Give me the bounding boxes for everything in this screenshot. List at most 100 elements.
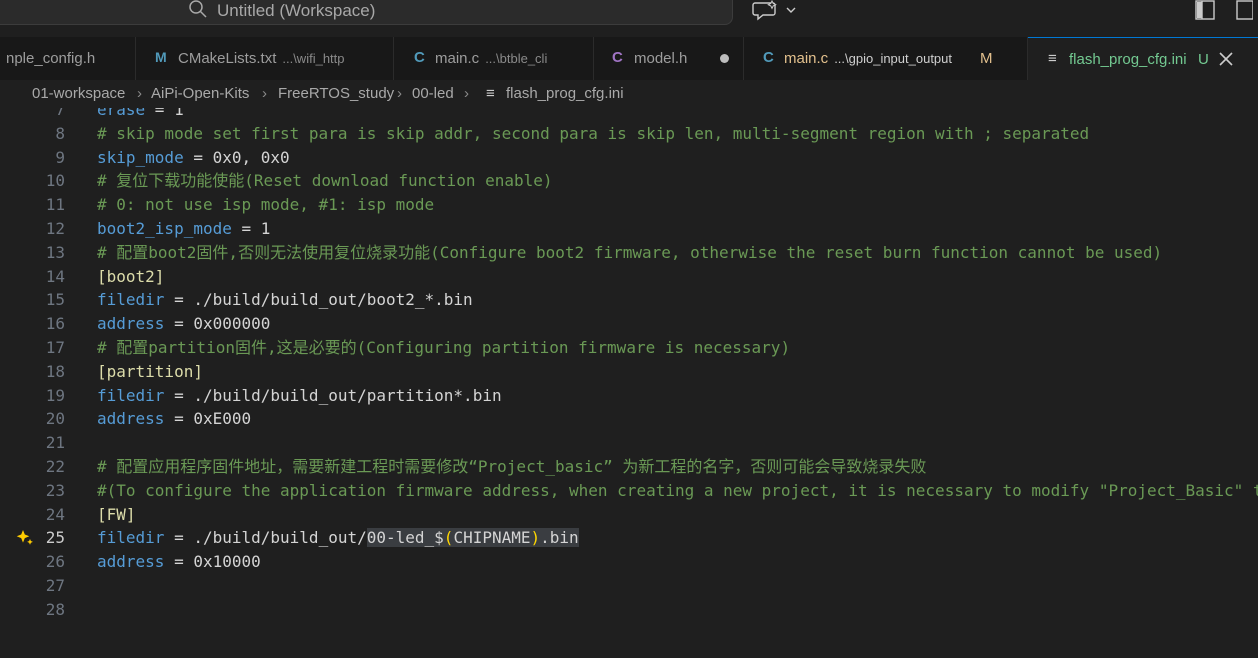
code-token: = 0x000000 [164, 314, 271, 334]
line-number: 10 [45, 171, 65, 191]
tab-path: ...\wifi_http [282, 51, 345, 66]
tab-model-h[interactable]: C model.h [594, 37, 744, 80]
tab-cmakelists[interactable]: M CMakeLists.txt ...\wifi_http [136, 37, 394, 80]
tab-label: main.c [435, 50, 480, 67]
search-icon [189, 0, 207, 18]
layout-toggle-icon[interactable] [1193, 0, 1253, 22]
breadcrumb-item[interactable]: 01-workspace [32, 85, 125, 102]
code-token: #(To configure the application firmware … [97, 480, 1258, 500]
code-token: # 配置partition固件,这是必要的(Configuring partit… [97, 338, 791, 357]
code-line[interactable]: 25 filedir = ./build/build_out/00-led_$(C… [0, 526, 1258, 550]
title-bar: Untitled (Workspace) [0, 0, 1258, 37]
breadcrumb-item[interactable]: 00-led [412, 85, 454, 102]
tab-flash-prog-cfg[interactable]: ≡ flash_prog_cfg.ini U [1028, 37, 1258, 80]
code-editor[interactable]: 7 erase = 1 8 # skip mode set first para is… [0, 108, 1258, 658]
breadcrumb: 01-workspace › AiPi-Open-Kits › FreeRTOS… [0, 80, 1258, 108]
code-token: address [97, 409, 165, 429]
line-number: 20 [45, 409, 65, 429]
code-token: filedir [97, 385, 165, 405]
code-line[interactable]: 11 # 0: not use isp mode, #1: isp mode [0, 193, 1258, 217]
code-line[interactable]: 16 address = 0x000000 [0, 312, 1258, 336]
code-token: address [97, 314, 165, 334]
line-number: 23 [45, 480, 65, 500]
code-text: filedir = ./build/build_out/00-led_$(CHI… [97, 526, 579, 550]
code-token: erase [97, 108, 146, 119]
code-line[interactable]: 19 filedir = ./build/build_out/partition*… [0, 384, 1258, 408]
code-token: # 0: not use isp mode, #1: isp mode [97, 195, 435, 215]
code-line[interactable]: 12 boot2_isp_mode = 1 [0, 217, 1258, 241]
tab-label: main.c [784, 50, 829, 67]
tab-main-gpio[interactable]: C main.c ...\gpio_input_output M [744, 37, 1028, 80]
code-token: # 配置应用程序固件地址，需要新建工程时需要修改“Project_basic” … [97, 457, 927, 476]
tab-label: model.h [634, 50, 688, 67]
code-line[interactable]: 26 address = 0x10000 [0, 550, 1258, 574]
code-line[interactable]: 9 skip_mode = 0x0, 0x0 [0, 146, 1258, 170]
editor-tab-bar: nple_config.h M CMakeLists.txt ...\wifi_h… [0, 37, 1258, 80]
copilot-chat-icon[interactable] [752, 0, 798, 22]
close-icon[interactable] [1219, 52, 1233, 66]
tab-main-btble[interactable]: C main.c ...\btble_cli [394, 37, 594, 80]
code-line[interactable]: 17 # 配置partition固件,这是必要的(Configuring part… [0, 336, 1258, 360]
code-line[interactable]: 7 erase = 1 [0, 108, 1258, 122]
line-number: 9 [55, 147, 65, 167]
code-line[interactable]: 15 filedir = ./build/build_out/boot2_*.bi… [0, 288, 1258, 312]
ini-file-icon: ≡ [486, 85, 495, 102]
code-token: # skip mode set first para is skip addr,… [97, 123, 1090, 143]
code-token: ( [443, 528, 454, 548]
code-text: address = 0x10000 [97, 550, 261, 574]
code-token: = ./build/build_out/partition*.bin [164, 385, 502, 405]
line-number: 28 [45, 599, 65, 619]
tab-sample-config[interactable]: nple_config.h [0, 37, 136, 80]
code-line[interactable]: 27 [0, 574, 1258, 598]
code-token: skip_mode [97, 147, 184, 167]
line-number: 21 [45, 433, 65, 453]
code-line[interactable]: 14 [boot2] [0, 265, 1258, 289]
breadcrumb-item[interactable]: flash_prog_cfg.ini [506, 85, 624, 102]
line-number: 19 [45, 385, 65, 405]
code-token: address [97, 552, 165, 572]
code-line[interactable]: 24 [FW] [0, 503, 1258, 527]
c-header-file-icon: C [612, 49, 623, 66]
code-text: boot2_isp_mode = 1 [97, 217, 270, 241]
line-number: 26 [45, 552, 65, 572]
code-text: # skip mode set first para is skip addr,… [97, 122, 1089, 146]
code-text: # 配置partition固件,这是必要的(Configuring partit… [97, 336, 790, 360]
code-text: skip_mode = 0x0, 0x0 [97, 146, 290, 170]
unsaved-dot-icon[interactable] [720, 54, 729, 63]
code-text: address = 0xE000 [97, 407, 251, 431]
line-number: 11 [45, 195, 65, 215]
line-number: 14 [45, 266, 65, 286]
code-token: = ./build/build_out/boot2_*.bin [164, 290, 473, 310]
line-number: 8 [55, 123, 65, 143]
line-number: 27 [45, 576, 65, 595]
code-text: # 0: not use isp mode, #1: isp mode [97, 193, 434, 217]
code-token: filedir [97, 528, 165, 548]
code-line[interactable]: 20 address = 0xE000 [0, 407, 1258, 431]
modified-badge: M [980, 50, 993, 67]
line-number: 18 [45, 361, 65, 381]
code-line[interactable]: 10 # 复位下载功能使能(Reset download function ena… [0, 169, 1258, 193]
line-number: 7 [55, 108, 65, 119]
code-line[interactable]: 8 # skip mode set first para is skip addr… [0, 122, 1258, 146]
ini-file-icon: ≡ [1048, 50, 1057, 67]
code-line[interactable]: 13 # 配置boot2固件,否则无法使用复位烧录功能(Configure boo… [0, 241, 1258, 265]
code-text: filedir = ./build/build_out/partition*.b… [97, 384, 502, 408]
sparkle-icon[interactable] [15, 528, 35, 548]
code-token: = 0x10000 [164, 552, 261, 572]
breadcrumb-item[interactable]: FreeRTOS_study [278, 85, 394, 102]
code-line[interactable]: 21 [0, 431, 1258, 455]
code-line[interactable]: 18 [partition] [0, 360, 1258, 384]
chevron-right-icon: › [262, 85, 267, 102]
code-token: boot2_isp_mode [97, 219, 232, 238]
code-text: address = 0x000000 [97, 312, 270, 336]
chevron-right-icon: › [397, 85, 402, 102]
breadcrumb-item[interactable]: AiPi-Open-Kits [151, 85, 249, 102]
code-line[interactable]: 23 #(To configure the application firmwar… [0, 479, 1258, 503]
tab-label: CMakeLists.txt [178, 50, 277, 67]
untracked-badge: U [1198, 51, 1209, 68]
code-line[interactable]: 28 [0, 598, 1258, 622]
code-line[interactable]: 22 # 配置应用程序固件地址，需要新建工程时需要修改“Project_basic… [0, 455, 1258, 479]
code-token: ) [530, 528, 541, 548]
command-center-search[interactable]: Untitled (Workspace) [0, 0, 733, 25]
code-token: [partition] [97, 361, 203, 381]
